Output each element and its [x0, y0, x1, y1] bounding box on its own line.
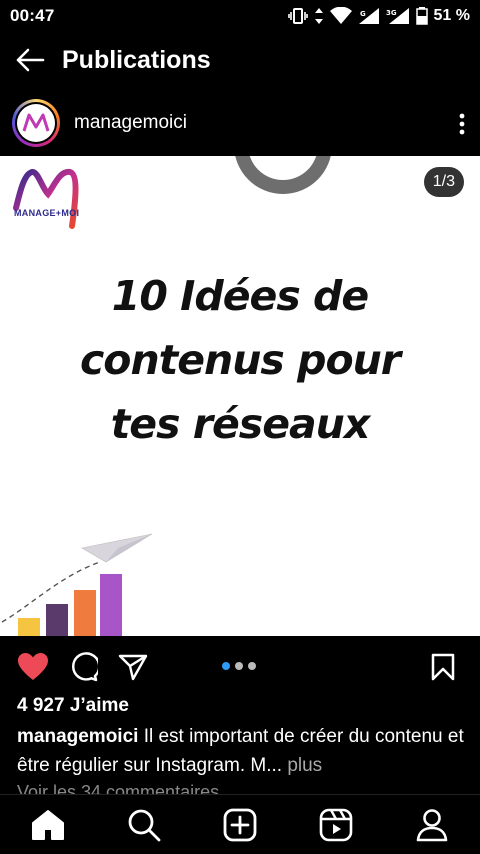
vibrate-icon [287, 8, 308, 24]
post-image[interactable]: MANAGE+MOI 1/3 10 Idées de contenus pour… [0, 156, 480, 636]
more-options-icon[interactable] [450, 108, 474, 140]
post-caption: managemoici Il est important de créer du… [17, 722, 469, 780]
avatar-logo [17, 104, 55, 142]
svg-text:G: G [360, 10, 366, 18]
add-icon[interactable] [218, 803, 262, 847]
decorative-arc [234, 156, 332, 194]
battery-level: 51 % [433, 7, 470, 24]
view-comments-link[interactable]: Voir les 34 commentaires [17, 782, 219, 794]
post-header: managemoici [0, 92, 480, 154]
carousel-counter: 1/3 [423, 167, 464, 197]
wifi-icon [329, 7, 352, 24]
svg-text:3G: 3G [386, 9, 397, 17]
heart-icon[interactable] [16, 650, 50, 684]
avatar-ring [15, 102, 57, 144]
signal-icon: G [358, 8, 379, 24]
reels-icon[interactable] [314, 803, 358, 847]
carousel-dot-3 [248, 662, 256, 670]
status-time: 00:47 [10, 6, 55, 25]
bottom-nav [0, 794, 480, 854]
growth-illustration [1, 533, 153, 636]
brand-logo [13, 168, 79, 229]
battery-icon [415, 7, 428, 25]
carousel-dot-1 [222, 662, 230, 670]
comment-icon[interactable] [66, 650, 100, 684]
heading-line-1: 10 Idées de [111, 272, 369, 320]
brand-text: MANAGE+MOI [14, 208, 80, 218]
bookmark-icon[interactable] [428, 650, 458, 684]
profile-icon[interactable] [410, 803, 454, 847]
caption-username[interactable]: managemoici [17, 726, 138, 747]
carousel-dot-2 [235, 662, 243, 670]
page-title: Publications [62, 45, 211, 74]
data-arrows-icon [314, 8, 323, 24]
status-icons: G 3G 51 % [287, 7, 470, 25]
caption-more-link[interactable]: plus [282, 755, 322, 776]
carousel-indicator [222, 662, 256, 670]
back-arrow-icon[interactable] [14, 44, 46, 76]
post-heading: 10 Idées de contenus pour tes réseaux [0, 264, 480, 456]
status-bar: 00:47 G 3G 51 % [0, 0, 480, 32]
search-icon[interactable] [122, 803, 166, 847]
avatar[interactable] [12, 99, 60, 147]
heading-line-2: contenus pour [79, 336, 401, 384]
send-icon[interactable] [116, 650, 150, 684]
home-icon[interactable] [26, 803, 70, 847]
heading-line-3: tes réseaux [110, 400, 371, 448]
signal-3g-icon: 3G [386, 8, 409, 24]
likes-count[interactable]: 4 927 J’aime [17, 695, 129, 717]
app-header: Publications [0, 32, 480, 88]
post-username[interactable]: managemoici [74, 112, 187, 134]
